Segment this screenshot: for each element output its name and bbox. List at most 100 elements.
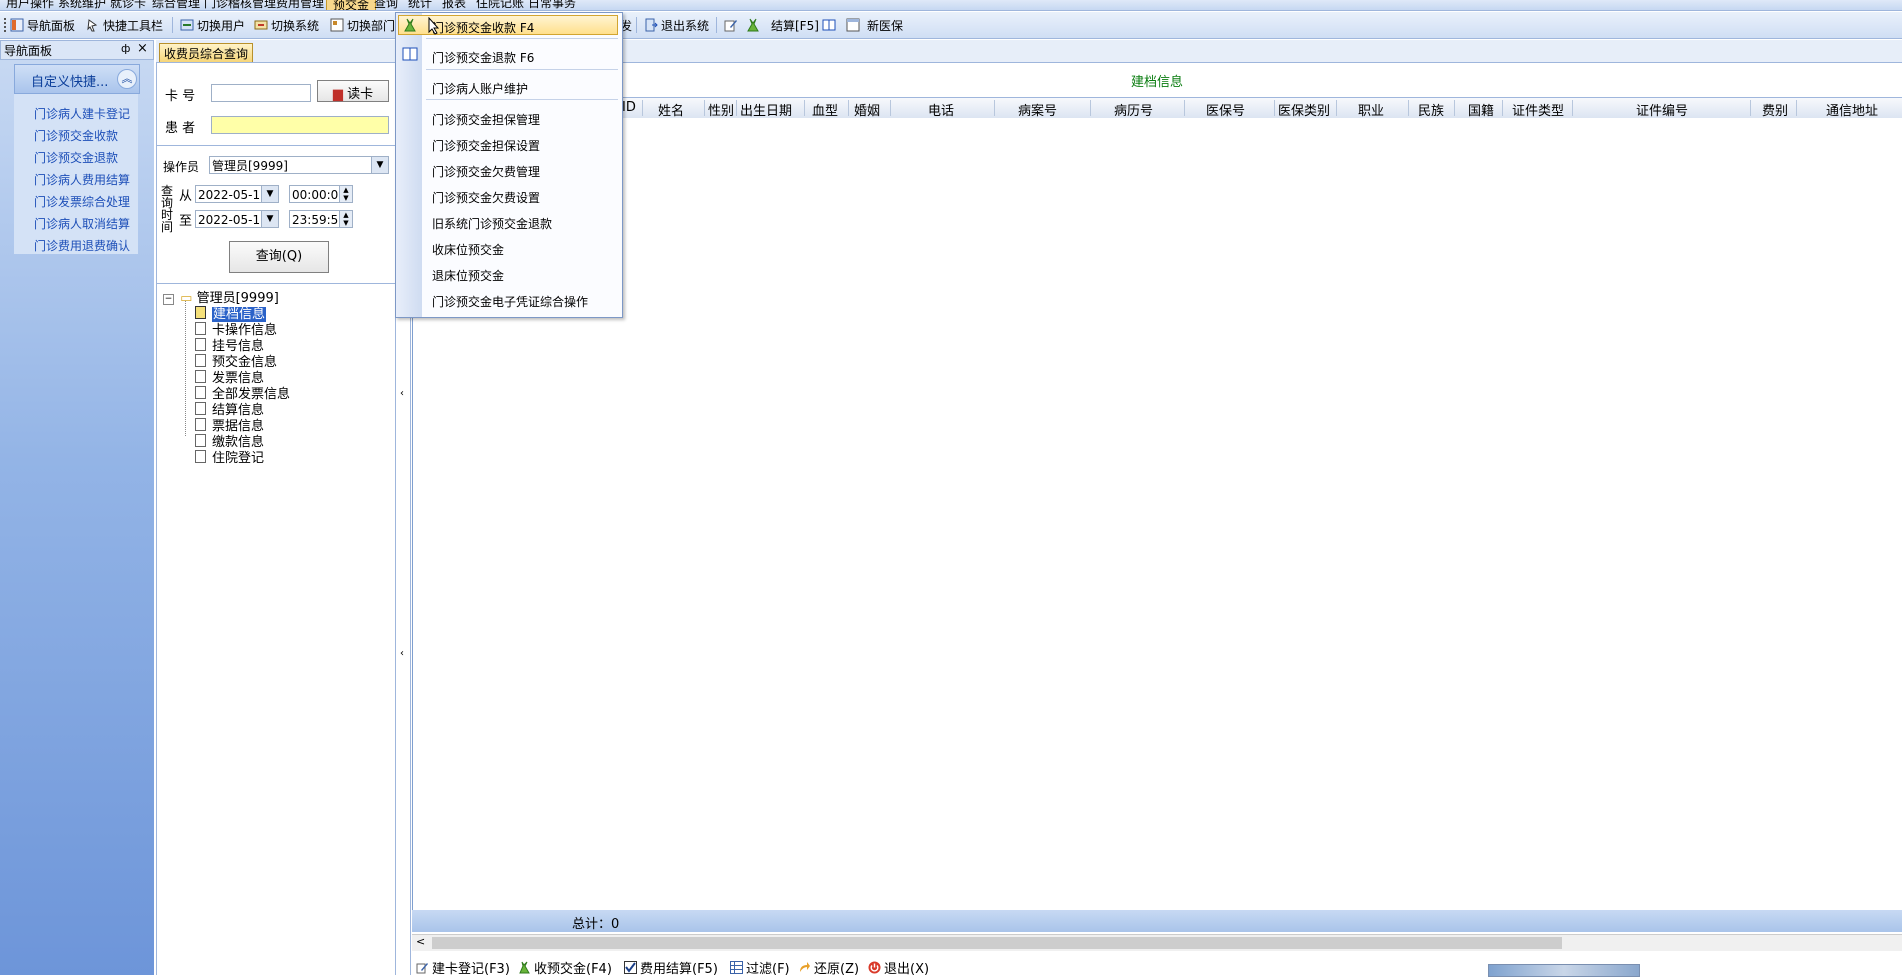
- switch-dept-button[interactable]: 切换部门: [330, 17, 395, 33]
- menu-item-guarantee-manage[interactable]: 门诊预交金担保管理: [432, 111, 540, 128]
- menu-item-bed-prepay-refund[interactable]: 退床位预交金: [432, 267, 504, 284]
- pin-icon[interactable]: ф: [121, 42, 130, 55]
- scrollbar-thumb[interactable]: [432, 937, 1562, 949]
- col-id[interactable]: ID: [622, 100, 636, 115]
- collapse-chevron-icon[interactable]: ︽: [117, 69, 137, 89]
- col-gender[interactable]: 性别: [708, 100, 734, 119]
- nav-item-card-register[interactable]: 门诊病人建卡登记: [34, 105, 130, 122]
- tab-cashier-query[interactable]: 收费员综合查询: [159, 43, 253, 62]
- edit-button[interactable]: [724, 17, 741, 33]
- nav-item-prepay-collect[interactable]: 门诊预交金收款: [34, 127, 118, 144]
- collect-prepay-button[interactable]: 收预交金(F4): [518, 958, 612, 977]
- switch-dept-icon: [330, 18, 344, 32]
- menu-stats[interactable]: 统计: [408, 0, 432, 10]
- switch-user-button[interactable]: 切换用户: [180, 17, 245, 33]
- col-id-type[interactable]: 证件类型: [1512, 100, 1564, 119]
- quick-toolbar-button[interactable]: 快捷工具栏: [86, 17, 163, 33]
- col-case-no[interactable]: 病案号: [1018, 100, 1057, 119]
- toolbar-grip[interactable]: [4, 18, 6, 32]
- col-record-no[interactable]: 病历号: [1114, 100, 1153, 119]
- menu-item-prepay-refund[interactable]: 门诊预交金退款 F6: [432, 49, 534, 66]
- menu-card[interactable]: 就诊卡: [110, 0, 146, 10]
- col-marital[interactable]: 婚姻: [854, 100, 880, 119]
- tree-collapse-icon[interactable]: −: [163, 294, 174, 305]
- menu-item-account-maintain[interactable]: 门诊病人账户维护: [432, 80, 528, 97]
- col-name[interactable]: 姓名: [658, 100, 684, 119]
- menu-item-guarantee-settings[interactable]: 门诊预交金担保设置: [432, 137, 540, 154]
- menu-item-arrears-manage[interactable]: 门诊预交金欠费管理: [432, 163, 540, 180]
- exit-system-button[interactable]: 退出系统: [644, 17, 709, 33]
- menu-daily[interactable]: 日常事务: [528, 0, 576, 10]
- fee-settle-button[interactable]: 费用结算(F5): [624, 958, 718, 977]
- chevron-left-icon[interactable]: ‹: [400, 648, 404, 659]
- menu-reports[interactable]: 报表: [442, 0, 466, 10]
- chevron-down-icon[interactable]: ▼: [261, 186, 278, 202]
- grid-body[interactable]: [412, 118, 1902, 910]
- menu-prepay[interactable]: 预交金: [326, 0, 377, 10]
- nav-panel-button[interactable]: 导航面板: [10, 17, 75, 33]
- exit-button[interactable]: 退出(X): [868, 958, 929, 977]
- menu-user-ops[interactable]: 用户操作: [6, 0, 54, 10]
- col-insurance-no[interactable]: 医保号: [1206, 100, 1245, 119]
- menu-item-prepay-collect[interactable]: 门诊预交金收款 F4: [432, 19, 534, 36]
- from-time-input[interactable]: 00:00:00 ▲ ▼: [289, 185, 353, 203]
- tree-item-admission[interactable]: 住院登记: [195, 447, 264, 466]
- from-label: 从: [179, 189, 193, 204]
- card-number-input[interactable]: [211, 84, 311, 102]
- menu-item-e-voucher[interactable]: 门诊预交金电子凭证综合操作: [432, 293, 588, 310]
- restore-button[interactable]: 还原(Z): [798, 958, 859, 977]
- col-nationality[interactable]: 国籍: [1468, 100, 1494, 119]
- switch-system-button[interactable]: 切换系统: [254, 17, 319, 33]
- read-card-button[interactable]: ▆ 读卡: [317, 80, 389, 102]
- horizontal-scrollbar[interactable]: <: [412, 934, 1902, 951]
- chevron-down-icon[interactable]: ▼: [371, 157, 388, 173]
- menu-inpatient[interactable]: 住院记账: [476, 0, 524, 10]
- col-occupation[interactable]: 职业: [1358, 100, 1384, 119]
- menu-item-legacy-refund[interactable]: 旧系统门诊预交金退款: [432, 215, 552, 232]
- settle-button[interactable]: 结算[F5]: [746, 17, 819, 33]
- menu-fees[interactable]: 费用管理: [276, 0, 324, 10]
- nav-item-fee-settle[interactable]: 门诊病人费用结算: [34, 171, 130, 188]
- menu-item-bed-prepay-collect[interactable]: 收床位预交金: [432, 241, 504, 258]
- col-birthdate[interactable]: 出生日期: [740, 100, 792, 119]
- menu-audit[interactable]: 门诊稽核管理: [204, 0, 276, 10]
- operator-select[interactable]: 管理员[9999] ▼: [209, 156, 389, 174]
- nav-item-refund-confirm[interactable]: 门诊费用退费确认: [34, 237, 130, 254]
- query-button[interactable]: 查询(Q): [229, 241, 329, 273]
- book-button[interactable]: [822, 17, 839, 33]
- nav-group-header[interactable]: 自定义快捷... ︽: [14, 64, 140, 94]
- col-blood-type[interactable]: 血型: [812, 100, 838, 119]
- menu-system[interactable]: 系统维护: [58, 0, 106, 10]
- menu-query[interactable]: 查询: [374, 0, 398, 10]
- col-phone[interactable]: 电话: [928, 100, 954, 119]
- col-ethnicity[interactable]: 民族: [1418, 100, 1444, 119]
- to-time-input[interactable]: 23:59:59 ▲ ▼: [289, 210, 353, 228]
- chevron-down-icon[interactable]: ▼: [261, 211, 278, 227]
- grid-footer: 总计：0: [412, 910, 1902, 932]
- new-insurance-button[interactable]: 新医保: [846, 17, 903, 33]
- col-insurance-type[interactable]: 医保类别: [1278, 100, 1330, 119]
- close-icon[interactable]: ×: [137, 41, 148, 56]
- document-icon: [195, 418, 206, 431]
- nav-group-title: 自定义快捷...: [31, 75, 109, 90]
- scroll-left-arrow-icon[interactable]: <: [416, 935, 425, 948]
- menu-item-arrears-settings[interactable]: 门诊预交金欠费设置: [432, 189, 540, 206]
- document-icon: [195, 434, 206, 447]
- nav-item-prepay-refund[interactable]: 门诊预交金退款: [34, 149, 118, 166]
- from-date-picker[interactable]: 2022-05-12 ▼: [195, 185, 279, 203]
- col-divider: [804, 100, 805, 116]
- chevron-left-icon[interactable]: ‹: [400, 388, 404, 399]
- nav-item-cancel-settle[interactable]: 门诊病人取消结算: [34, 215, 130, 232]
- operator-label: 操作员: [163, 160, 200, 174]
- col-address[interactable]: 通信地址: [1826, 100, 1878, 119]
- nav-item-invoice[interactable]: 门诊发票综合处理: [34, 193, 130, 210]
- to-date-picker[interactable]: 2022-05-12 ▼: [195, 210, 279, 228]
- col-id-number[interactable]: 证件编号: [1636, 100, 1688, 119]
- menu-general[interactable]: 综合管理: [152, 0, 200, 10]
- spin-updown-icon[interactable]: ▲ ▼: [339, 186, 352, 202]
- patient-input[interactable]: [211, 116, 389, 134]
- spin-updown-icon[interactable]: ▲ ▼: [339, 211, 352, 227]
- filter-button[interactable]: 过滤(F): [730, 958, 790, 977]
- col-fee-category[interactable]: 费别: [1762, 100, 1788, 119]
- card-register-button[interactable]: 建卡登记(F3): [416, 958, 510, 977]
